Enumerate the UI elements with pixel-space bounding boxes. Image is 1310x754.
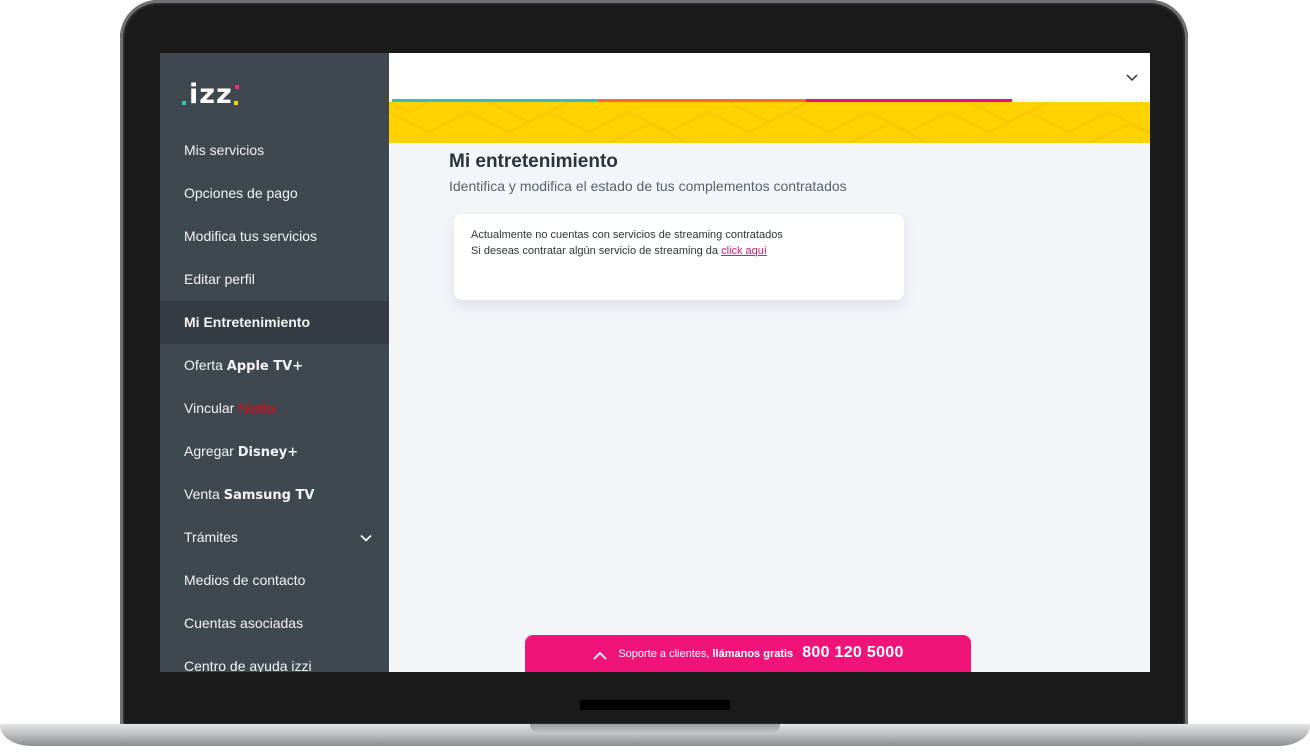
sidebar-item-opciones-de-pago[interactable]: Opciones de pago (160, 172, 389, 215)
click-here-link[interactable]: click aquí (721, 245, 767, 257)
sidebar-item-label: Mi Entretenimiento (184, 314, 311, 330)
izzi-logo[interactable]: izz (182, 75, 262, 109)
banner-pattern (389, 102, 1150, 143)
sidebar-item-venta-samsung-tv[interactable]: Venta Samsung TV (160, 473, 389, 516)
sidebar: izz Mis servicios Opciones de pago Modif… (160, 53, 389, 672)
sidebar-item-label: Agregar (184, 443, 238, 459)
sidebar-item-label: Cuentas asociadas (184, 615, 304, 631)
disney-plus-brand: Disney+ (237, 445, 299, 460)
sidebar-item-mi-entretenimiento[interactable]: Mi Entretenimiento (160, 301, 389, 344)
support-text: Soporte a clientes, llámanos gratis (618, 648, 793, 660)
chevron-down-icon[interactable] (359, 516, 373, 559)
sidebar-item-label: Opciones de pago (184, 185, 298, 201)
laptop-notch (530, 724, 780, 734)
logo-dot-pink (234, 85, 239, 89)
sidebar-item-label: Mis servicios (184, 142, 265, 158)
logo-wordmark: izz (189, 79, 233, 110)
sidebar-item-tramites[interactable]: Trámites (160, 516, 389, 559)
sidebar-item-label: Trámites (184, 529, 238, 545)
page-subtitle: Identifica y modifica el estado de tus c… (449, 178, 847, 194)
sidebar-item-label: Modifica tus servicios (184, 228, 318, 244)
sidebar-item-modifica-servicios[interactable]: Modifica tus servicios (160, 215, 389, 258)
netflix-brand: Netflix (238, 400, 278, 416)
page-title: Mi entretenimiento (449, 151, 618, 172)
customer-support-bar[interactable]: Soporte a clientes, llámanos gratis 800 … (525, 635, 971, 672)
support-text-prefix: Soporte a clientes, (618, 648, 713, 660)
logo-dot-yellow (233, 101, 238, 105)
streaming-status-card: Actualmente no cuentas con servicios de … (454, 214, 904, 300)
support-phone-number[interactable]: 800 120 5000 (802, 644, 903, 662)
sidebar-item-label: Centro de ayuda izzi (184, 658, 312, 672)
sidebar-item-vincular-netflix[interactable]: Vincular Netflix (160, 387, 389, 430)
contract-streaming-text: Si deseas contratar algún servicio de st… (471, 245, 722, 257)
chevron-up-icon[interactable] (592, 648, 608, 660)
sidebar-item-mis-servicios[interactable]: Mis servicios (160, 129, 389, 172)
sidebar-item-centro-de-ayuda[interactable]: Centro de ayuda izzi (160, 645, 389, 672)
sidebar-item-oferta-apple-tv[interactable]: Oferta Apple TV+ (160, 344, 389, 387)
apple-tv-brand: Apple TV+ (226, 359, 304, 374)
sidebar-item-label: Oferta (184, 357, 227, 373)
support-text-bold: llámanos gratis (712, 648, 794, 660)
decorative-banner (389, 102, 1150, 143)
chevron-down-icon[interactable] (1125, 70, 1139, 82)
sidebar-item-medios-de-contacto[interactable]: Medios de contacto (160, 559, 389, 602)
screen: izz Mis servicios Opciones de pago Modif… (160, 53, 1150, 672)
logo-dot-teal (182, 101, 186, 105)
top-bar (389, 53, 1150, 99)
contract-streaming-message: Si deseas contratar algún servicio de st… (471, 245, 767, 257)
sidebar-item-label: Editar perfil (184, 271, 255, 287)
no-streaming-message: Actualmente no cuentas con servicios de … (471, 229, 783, 241)
sidebar-item-agregar-disney[interactable]: Agregar Disney+ (160, 430, 389, 473)
laptop-hinge (580, 700, 730, 710)
sidebar-item-label: Medios de contacto (184, 572, 306, 588)
sidebar-nav: Mis servicios Opciones de pago Modifica … (160, 129, 389, 672)
samsung-tv-brand: Samsung TV (223, 488, 315, 503)
sidebar-item-editar-perfil[interactable]: Editar perfil (160, 258, 389, 301)
sidebar-item-label: Vincular (184, 400, 239, 416)
sidebar-item-label: Venta (184, 486, 224, 502)
sidebar-item-cuentas-asociadas[interactable]: Cuentas asociadas (160, 602, 389, 645)
